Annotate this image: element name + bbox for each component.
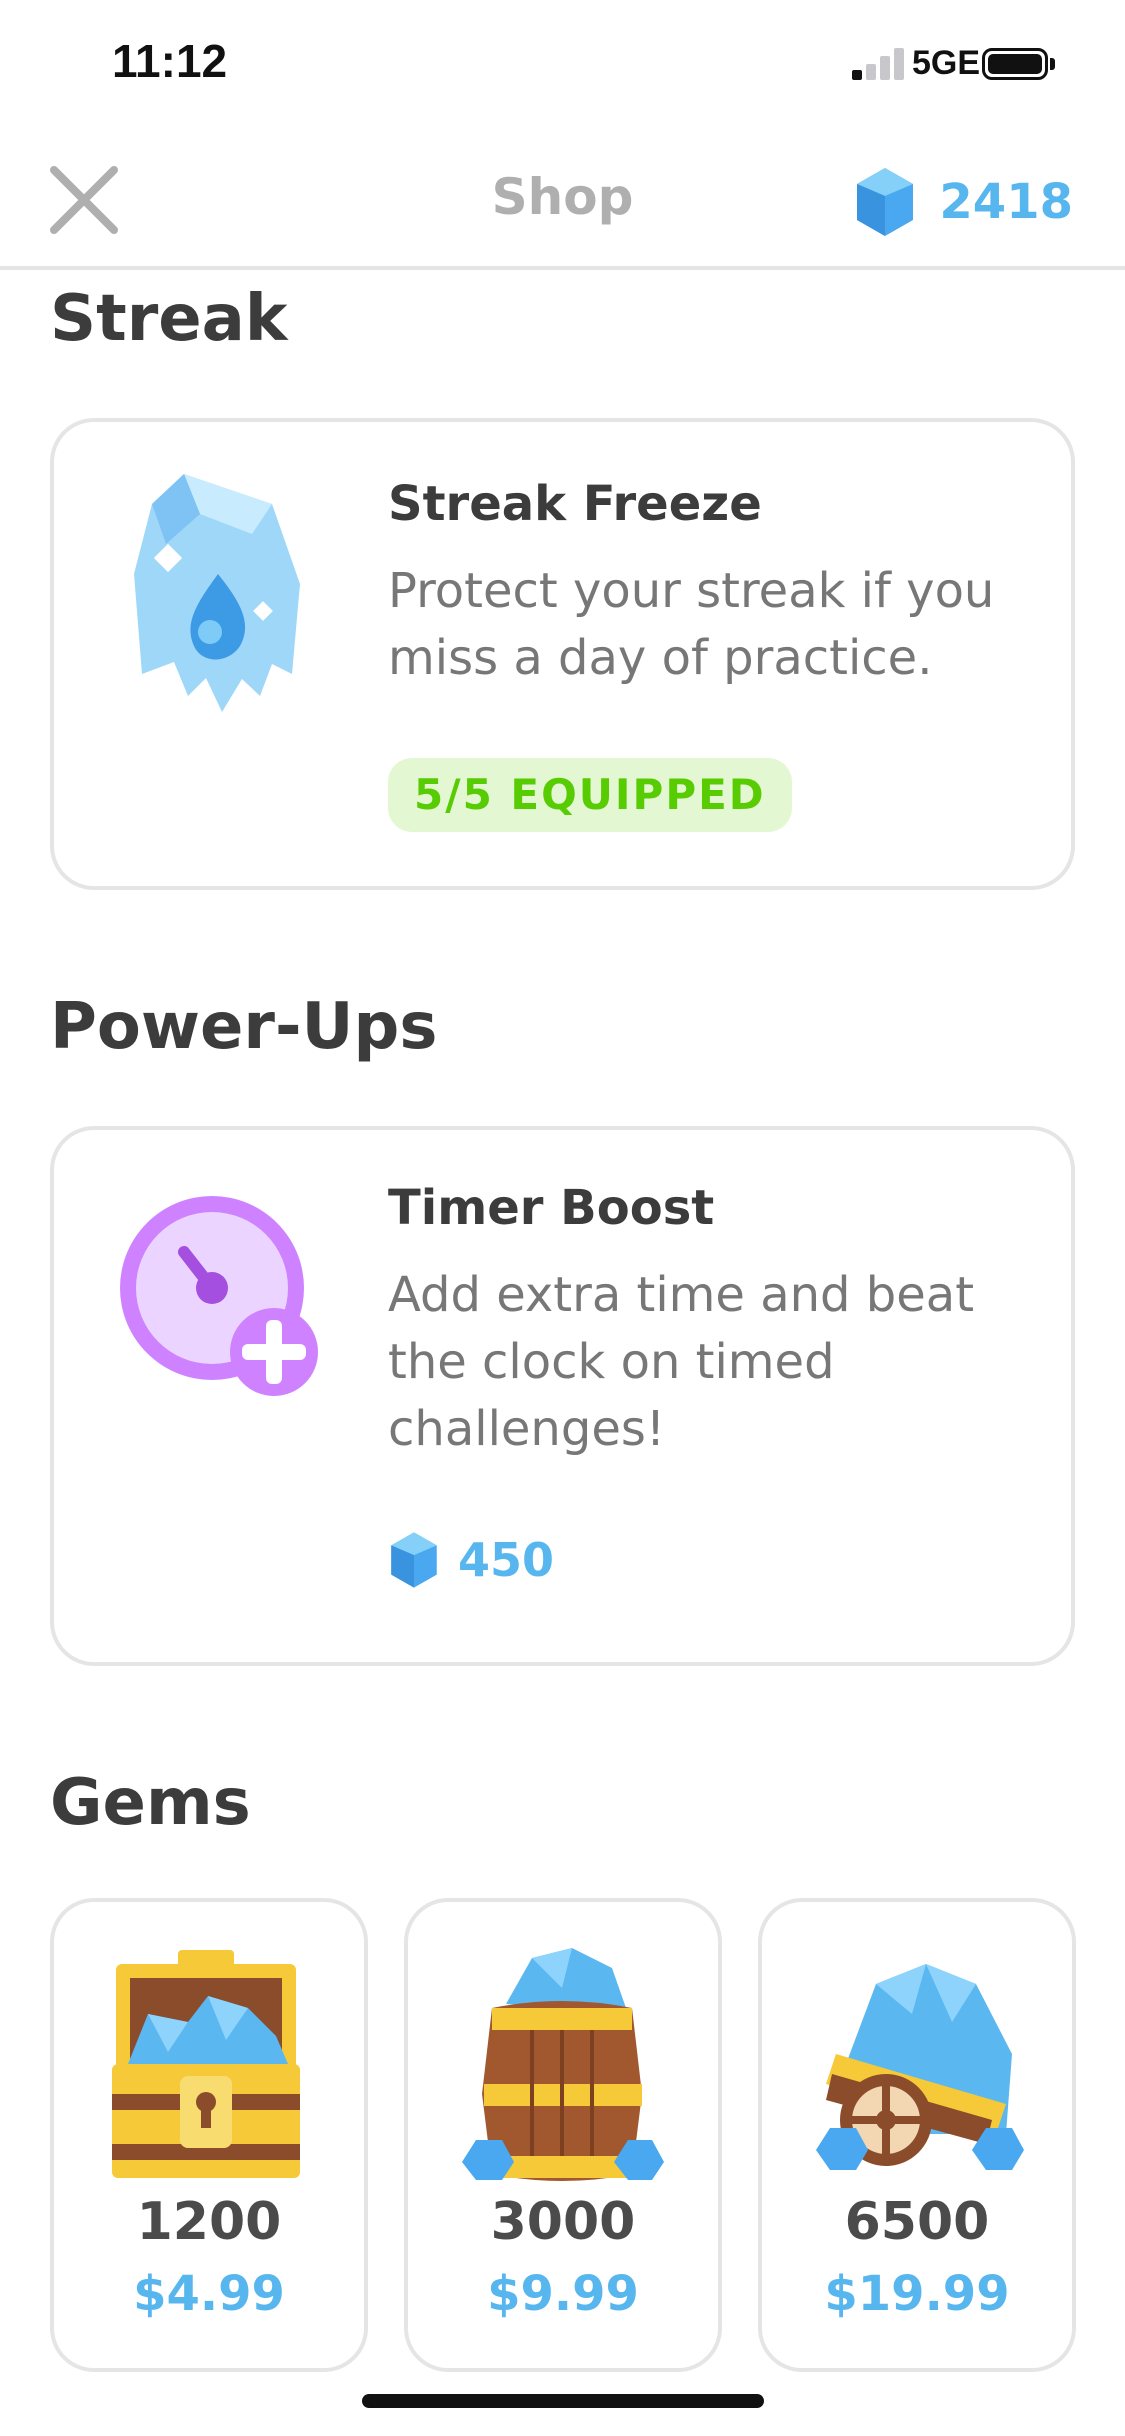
battery-icon	[982, 48, 1048, 80]
section-title-powerups: Power-Ups	[50, 990, 438, 1064]
section-title-streak: Streak	[50, 282, 288, 356]
gem-barrel-icon	[462, 1948, 664, 2181]
gem-pack-1200[interactable]: 1200 $4.99	[50, 1898, 368, 2372]
gem-icon	[391, 1532, 437, 1588]
gem-pack-amount: 3000	[490, 2192, 636, 2252]
status-time: 11:12	[112, 35, 228, 87]
streak-freeze-description: Protect your streak if you miss a day of…	[388, 563, 995, 686]
battery-cap	[1050, 58, 1055, 70]
gem-pack-price: $4.99	[133, 2266, 285, 2322]
gem-cart-icon	[816, 1964, 1024, 2170]
gem-balance-count: 2418	[939, 174, 1073, 230]
gem-pack-3000[interactable]: 3000 $9.99	[404, 1898, 722, 2372]
ice-crystal-icon	[134, 474, 300, 712]
timer-boost-price-value: 450	[458, 1533, 555, 1587]
signal-icon	[852, 46, 908, 80]
network-label: 5GE	[912, 44, 981, 82]
timer-boost-description: Add extra time and beat the clock on tim…	[388, 1267, 975, 1457]
timer-boost-icon	[120, 1196, 318, 1396]
gem-pack-6500[interactable]: 6500 $19.99	[758, 1898, 1076, 2372]
gem-balance[interactable]: 2418	[853, 166, 1073, 238]
gem-icon	[857, 168, 914, 236]
shop-header: Shop 2418	[0, 130, 1125, 270]
gem-pack-price: $19.99	[824, 2266, 1010, 2322]
streak-freeze-card[interactable]: Streak Freeze Protect your streak if you…	[50, 418, 1075, 890]
gem-pack-amount: 6500	[844, 2192, 990, 2252]
timer-boost-price[interactable]: 450	[388, 1530, 554, 1590]
equipped-badge: 5/5 EQUIPPED	[388, 758, 792, 832]
section-title-gems: Gems	[50, 1766, 251, 1840]
treasure-chest-icon	[112, 1950, 300, 2178]
status-bar: 11:12 5GE	[0, 0, 1125, 130]
timer-boost-card[interactable]: Timer Boost Add extra time and beat the …	[50, 1126, 1075, 1666]
home-indicator[interactable]	[362, 2394, 764, 2408]
streak-freeze-title: Streak Freeze	[388, 476, 762, 532]
timer-boost-title: Timer Boost	[388, 1180, 715, 1236]
gem-pack-price: $9.99	[487, 2266, 639, 2322]
gem-pack-amount: 1200	[136, 2192, 282, 2252]
